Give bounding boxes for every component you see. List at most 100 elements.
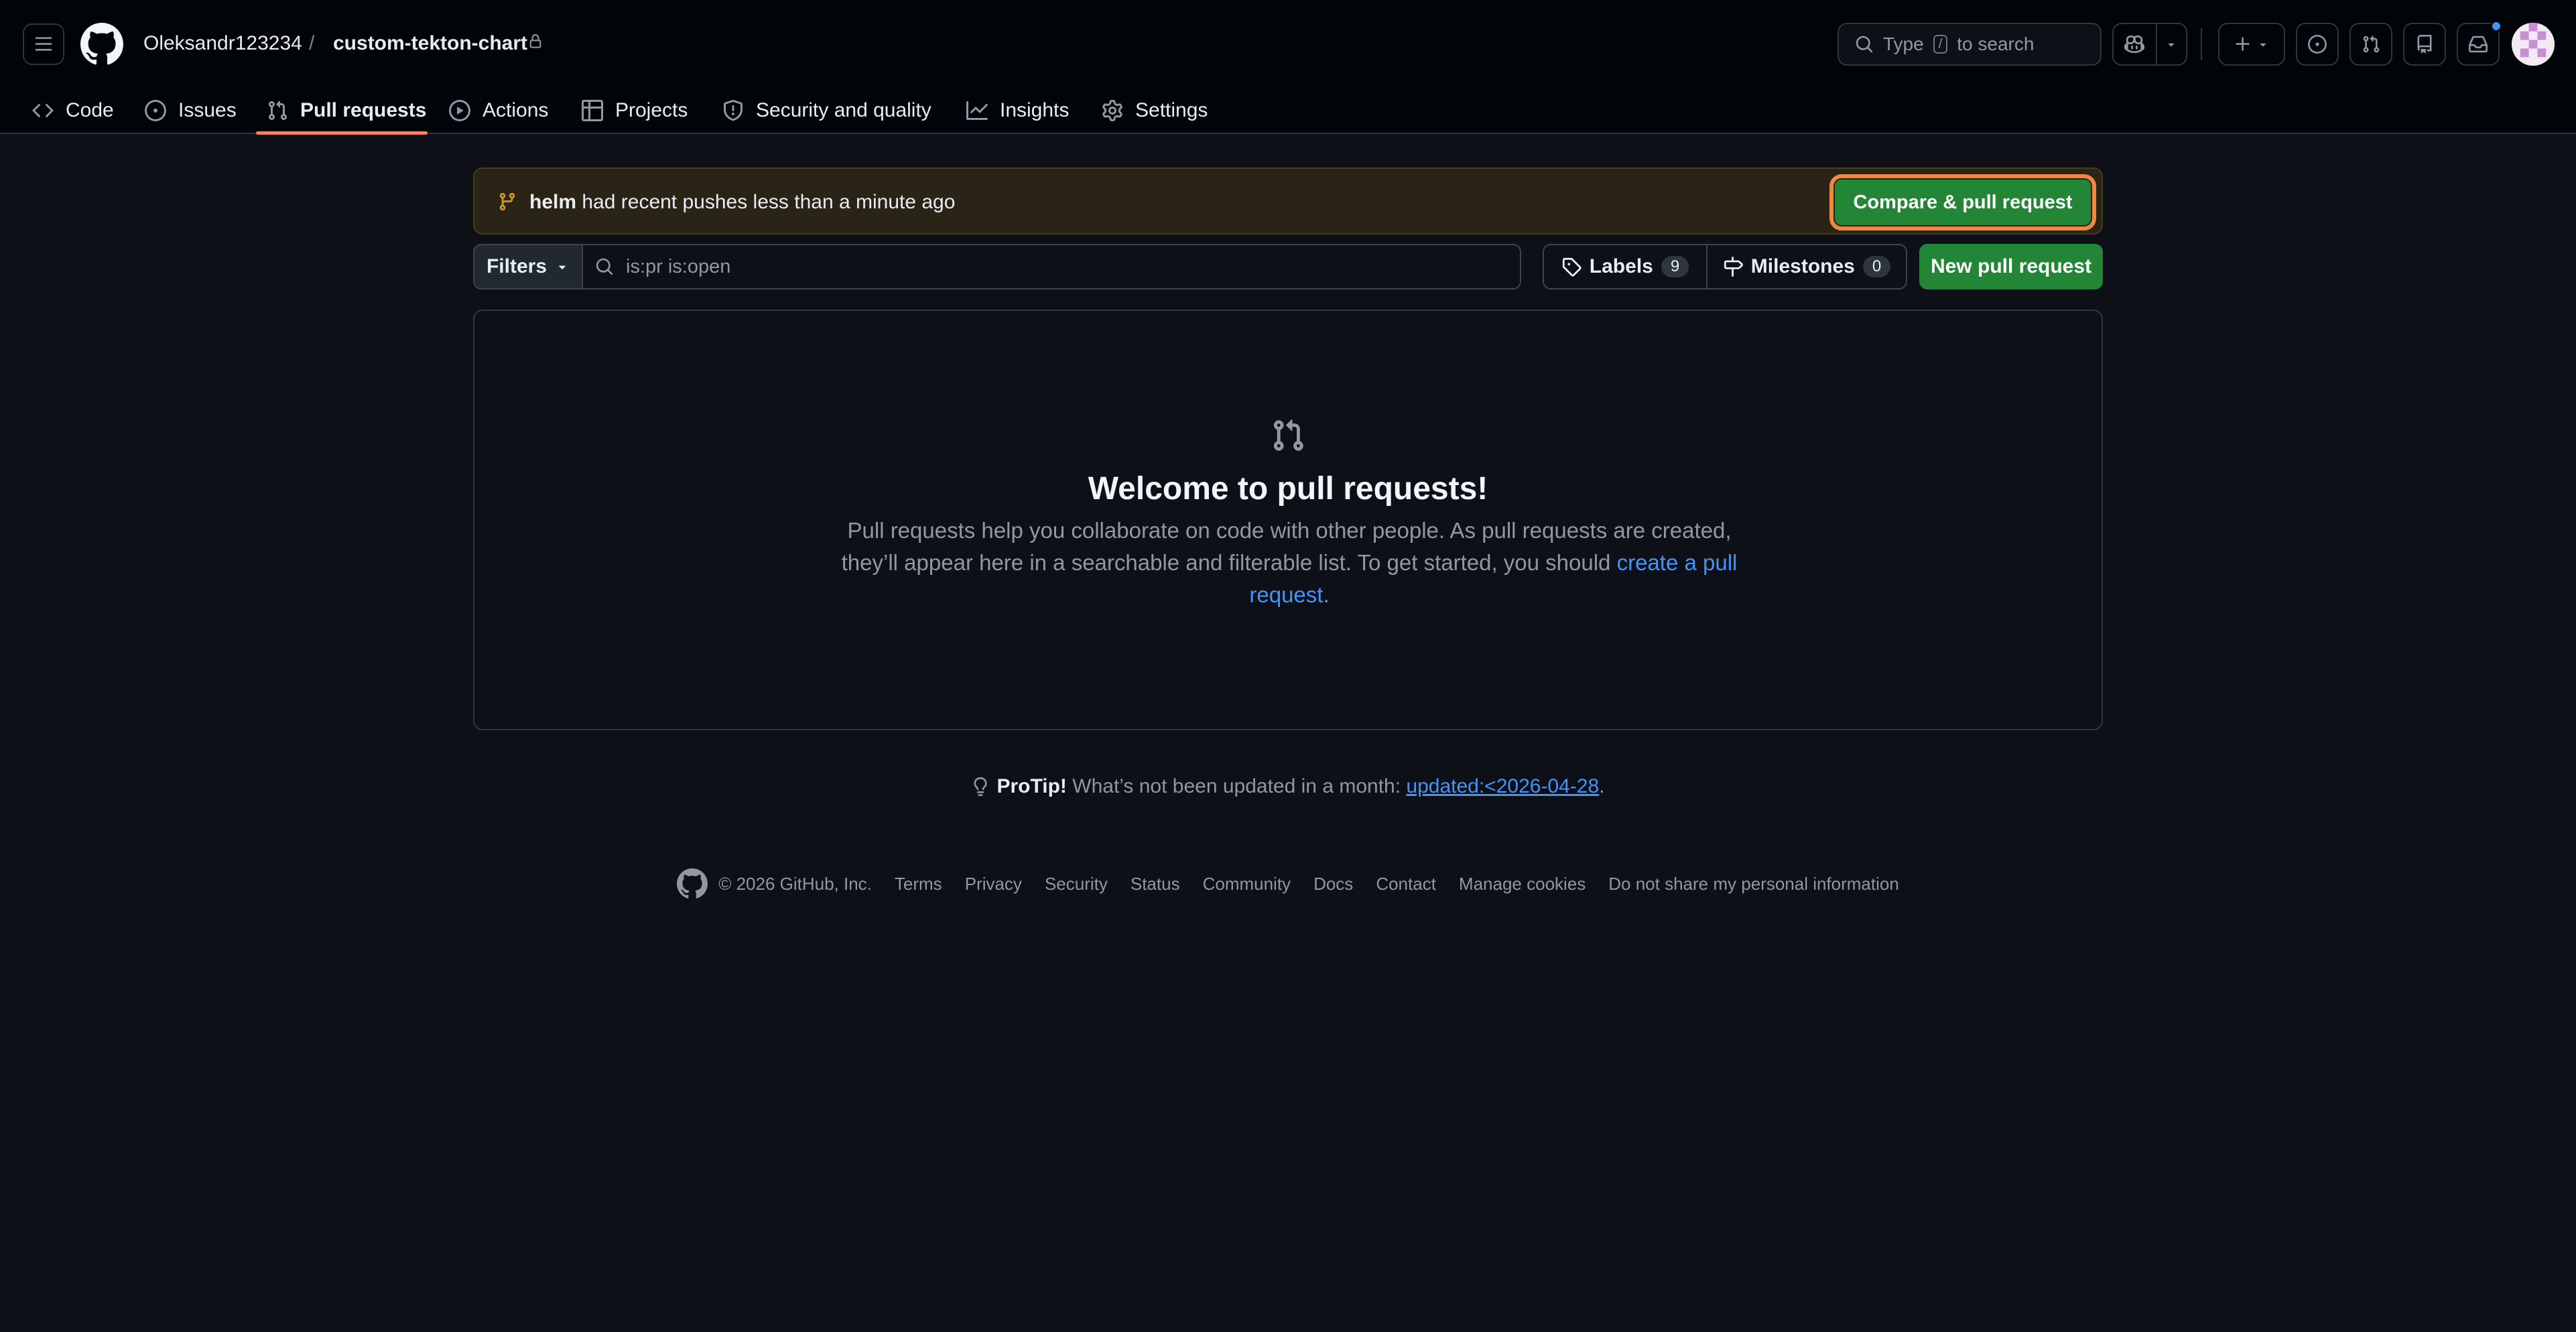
search-input[interactable]: Type / to search: [1838, 23, 2102, 66]
git-pull-request-icon: [268, 101, 287, 121]
banner-message-text: had recent pushes less than a minute ago: [582, 191, 956, 213]
footer-copyright: © 2026 GitHub, Inc.: [677, 868, 872, 899]
protip-query-link[interactable]: updated:<2026-04-28: [1406, 775, 1599, 797]
repo-link[interactable]: custom-tekton-chart: [333, 29, 527, 58]
pull-requests-button[interactable]: [2349, 23, 2392, 66]
tab-insights-label: Insights: [1000, 99, 1070, 121]
notification-indicator: [2490, 20, 2502, 32]
protip-label: ProTip!: [996, 775, 1067, 797]
search-prefix: Type: [1883, 34, 1924, 54]
new-pull-request-button[interactable]: New pull request: [1919, 244, 2103, 289]
footer-link-privacy[interactable]: Privacy: [965, 874, 1022, 894]
light-bulb-icon: [974, 777, 988, 796]
github-logo-icon[interactable]: [677, 868, 708, 899]
search-shortcut-key: /: [1933, 35, 1948, 54]
labels-milestones-group: Labels 9 Milestones 0: [1543, 244, 1907, 289]
milestones-count-badge: 0: [1862, 256, 1891, 277]
blankslate-description: Pull requests help you collaborate on co…: [836, 515, 1742, 611]
tab-issues[interactable]: Issues: [145, 87, 237, 134]
breadcrumb-separator: /: [309, 32, 315, 54]
issue-opened-icon: [145, 100, 166, 121]
tag-icon: [1562, 257, 1582, 277]
blankslate-period: .: [1323, 582, 1330, 607]
github-logo-icon[interactable]: [80, 23, 123, 66]
issues-button[interactable]: [2296, 23, 2339, 66]
code-icon: [32, 103, 54, 118]
plus-icon: [2236, 37, 2250, 51]
table-icon: [582, 100, 603, 121]
recent-push-banner: helm had recent pushes less than a minut…: [473, 168, 2103, 235]
tab-security[interactable]: Security and quality: [722, 87, 931, 134]
labels-count-badge: 9: [1661, 256, 1689, 277]
create-new-button[interactable]: [2218, 23, 2285, 66]
search-icon: [1856, 36, 1873, 53]
copilot-button[interactable]: [2114, 24, 2157, 64]
copilot-button-group: [2112, 23, 2187, 66]
copilot-dropdown[interactable]: [2157, 24, 2186, 64]
inbox-icon: [2469, 36, 2488, 53]
footer-link-manage-cookies[interactable]: Manage cookies: [1459, 874, 1586, 894]
footer-link-status[interactable]: Status: [1131, 874, 1180, 894]
protip-content: ProTip! What’s not been updated in a mon…: [996, 772, 1604, 801]
tab-actions-label: Actions: [482, 99, 549, 121]
tab-actions[interactable]: Actions: [449, 87, 548, 134]
footer-link-do-not-share[interactable]: Do not share my personal information: [1608, 874, 1899, 894]
filters-label: Filters: [486, 255, 548, 277]
tab-code-label: Code: [66, 99, 114, 121]
menu-button[interactable]: [23, 23, 64, 65]
pr-search: [582, 244, 1521, 289]
header-divider: [2201, 28, 2202, 60]
pr-search-input[interactable]: [626, 255, 1430, 278]
pr-toolbar: Filters Labels 9 Milestones 0 New pull r…: [473, 244, 2103, 289]
git-pull-request-icon: [2363, 36, 2380, 53]
footer-link-terms[interactable]: Terms: [895, 874, 942, 894]
tab-insights[interactable]: Insights: [966, 87, 1069, 134]
blankslate-title: Welcome to pull requests!: [1088, 471, 1488, 507]
footer-link-community[interactable]: Community: [1203, 874, 1291, 894]
protip: ProTip! What’s not been updated in a mon…: [0, 772, 2576, 801]
copyright-text: © 2026 GitHub, Inc.: [718, 873, 872, 894]
labels-button[interactable]: Labels 9: [1544, 245, 1708, 288]
banner-message: helm had recent pushes less than a minut…: [529, 189, 955, 216]
footer-link-contact[interactable]: Contact: [1376, 874, 1436, 894]
search-suffix: to search: [1957, 34, 2035, 54]
blankslate-text: Pull requests help you collaborate on co…: [841, 518, 1732, 575]
footer-link-docs[interactable]: Docs: [1313, 874, 1353, 894]
protip-period: .: [1599, 775, 1605, 797]
branch-name[interactable]: helm: [529, 191, 576, 213]
tab-settings-label: Settings: [1135, 99, 1208, 121]
tab-code[interactable]: Code: [32, 87, 114, 134]
tab-projects[interactable]: Projects: [582, 87, 688, 134]
top-bar: Oleksandr123234 / custom-tekton-chart Ty…: [0, 0, 2576, 87]
tab-settings[interactable]: Settings: [1102, 87, 1208, 134]
filters-button[interactable]: Filters: [473, 244, 583, 289]
repo-nav-tabs: Code Issues Pull requests Actions Projec…: [0, 87, 2576, 134]
gear-icon: [1102, 100, 1122, 121]
tab-projects-label: Projects: [615, 99, 688, 121]
hamburger-icon: [35, 37, 52, 51]
triangle-down-icon: [559, 265, 566, 269]
avatar[interactable]: [2512, 23, 2555, 66]
pull-requests-blankslate: Welcome to pull requests! Pull requests …: [473, 310, 2103, 730]
footer-link-security[interactable]: Security: [1045, 874, 1108, 894]
owner-link[interactable]: Oleksandr123234: [143, 29, 302, 58]
milestones-label: Milestones: [1750, 255, 1855, 277]
repo-icon: [2417, 35, 2432, 54]
protip-text: What’s not been updated in a month:: [1072, 775, 1401, 797]
active-tab-indicator: [256, 131, 428, 135]
tab-pull-requests[interactable]: Pull requests: [267, 87, 426, 134]
milestones-button[interactable]: Milestones 0: [1708, 245, 1906, 288]
search-icon: [596, 258, 613, 275]
git-pull-request-icon: [1273, 419, 1303, 451]
repositories-button[interactable]: [2403, 23, 2446, 66]
compare-pull-request-button[interactable]: Compare & pull request: [1829, 174, 2096, 230]
milestone-icon: [1724, 257, 1743, 277]
shield-icon: [724, 100, 743, 121]
user-avatar-icon: [2512, 23, 2555, 66]
triangle-down-icon: [2260, 43, 2266, 47]
tab-pull-requests-label: Pull requests: [300, 99, 427, 121]
site-footer: © 2026 GitHub, Inc. Terms Privacy Securi…: [0, 867, 2576, 901]
copilot-icon: [2124, 35, 2145, 54]
issue-opened-icon: [2308, 35, 2327, 54]
git-branch-icon: [499, 192, 515, 211]
